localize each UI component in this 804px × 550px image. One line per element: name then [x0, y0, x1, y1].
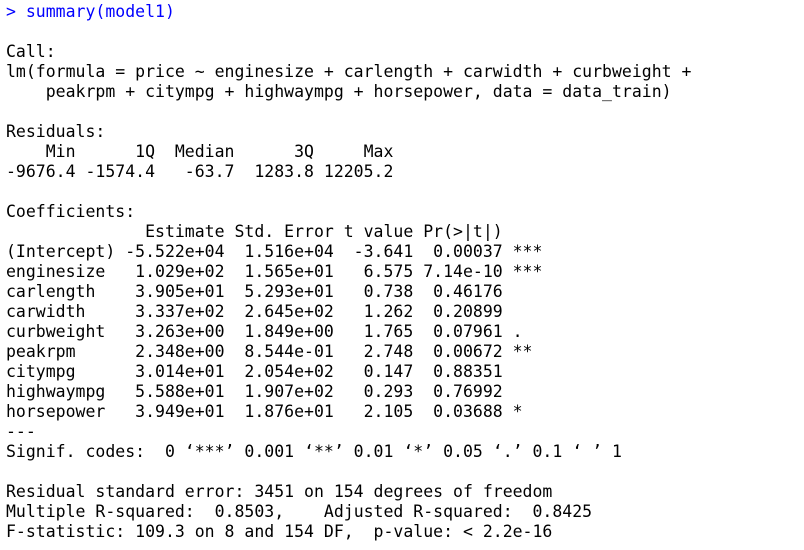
residuals-values-row: -9676.4 -1574.4 -63.7 1283.8 12205.2 [6, 162, 404, 181]
coefficient-row-peakrpm: peakrpm 2.348e+00 8.544e-01 2.748 0.0067… [6, 342, 543, 361]
output-blank-line [6, 22, 798, 42]
output-blank-line [6, 182, 798, 202]
signif-codes-line: Signif. codes: 0 ‘***’ 0.001 ‘**’ 0.01 ‘… [6, 442, 622, 461]
output-blank-line [6, 102, 798, 122]
console-command-line: > summary(model1) [6, 2, 175, 21]
coefficient-row-enginesize: enginesize 1.029e+02 1.565e+01 6.575 7.1… [6, 262, 543, 281]
coefficient-row-carwidth: carwidth 3.337e+02 2.645e+02 1.262 0.208… [6, 302, 543, 321]
output-blank-line [6, 462, 798, 482]
coefficients-separator: --- [6, 422, 36, 441]
residuals-header-row: Min 1Q Median 3Q Max [6, 142, 404, 161]
coefficient-row-carlength: carlength 3.905e+01 5.293e+01 0.738 0.46… [6, 282, 543, 301]
coefficient-row-intercept: (Intercept) -5.522e+04 1.516e+04 -3.641 … [6, 242, 543, 261]
r-console-output: > summary(model1) Call: lm(formula = pri… [6, 2, 798, 542]
coefficients-header-row: Estimate Std. Error t value Pr(>|t|) [6, 222, 543, 241]
r-squared-line: Multiple R-squared: 0.8503, Adjusted R-s… [6, 502, 603, 521]
residuals-heading: Residuals: [6, 122, 106, 141]
coefficients-heading: Coefficients: [6, 202, 136, 221]
call-heading: Call: [6, 42, 56, 61]
residual-standard-error-line: Residual standard error: 3451 on 154 deg… [6, 482, 553, 501]
coefficient-row-curbweight: curbweight 3.263e+00 1.849e+00 1.765 0.0… [6, 322, 543, 341]
f-statistic-line: F-statistic: 109.3 on 8 and 154 DF, p-va… [6, 522, 553, 541]
coefficient-row-citympg: citympg 3.014e+01 2.054e+02 0.147 0.8835… [6, 362, 543, 381]
coefficient-row-horsepower: horsepower 3.949e+01 1.876e+01 2.105 0.0… [6, 402, 543, 421]
call-formula-line-2: peakrpm + citympg + highwaympg + horsepo… [6, 82, 672, 101]
call-formula-line-1: lm(formula = price ~ enginesize + carlen… [6, 62, 692, 81]
coefficient-row-highwaympg: highwaympg 5.588e+01 1.907e+02 0.293 0.7… [6, 382, 543, 401]
